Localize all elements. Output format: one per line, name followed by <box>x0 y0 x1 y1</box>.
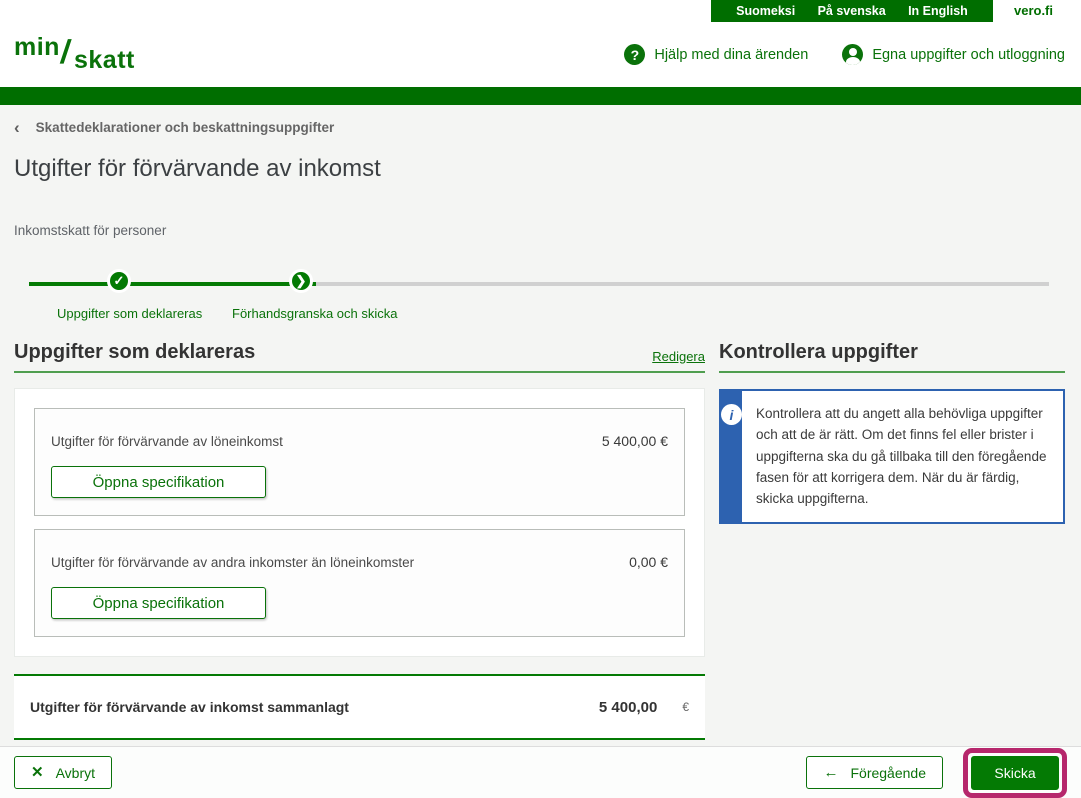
close-icon: ✕ <box>31 765 44 780</box>
expense-label: Utgifter för förvärvande av andra inkoms… <box>51 555 414 570</box>
total-currency: € <box>682 700 689 714</box>
step-label-preview: Förhandsgranska och skicka <box>232 306 397 321</box>
language-strip: Suomeksi På svenska In English <box>711 0 993 22</box>
previous-button[interactable]: ← Föregående <box>806 756 943 789</box>
submit-highlight-ring: Skicka <box>963 748 1067 798</box>
account-link[interactable]: Egna uppgifter och utloggning <box>842 44 1065 65</box>
expense-amount: 5 400,00 € <box>602 433 668 449</box>
language-link-english[interactable]: In English <box>908 4 968 18</box>
progress-stepper: ✓ ❯ Uppgifter som deklareras Förhandsgra… <box>14 262 1065 324</box>
help-link[interactable]: ? Hjälp med dina ärenden <box>624 44 808 65</box>
info-box: i Kontrollera att du angett alla behövli… <box>719 389 1065 524</box>
edit-link[interactable]: Redigera <box>652 349 705 364</box>
back-chevron-icon: ‹ <box>14 119 20 136</box>
top-bar: Suomeksi På svenska In English vero.fi <box>0 0 1081 22</box>
step-done-circle[interactable]: ✓ <box>107 269 131 293</box>
info-icon: i <box>721 404 742 425</box>
cancel-label: Avbryt <box>56 765 95 781</box>
person-icon <box>842 44 863 65</box>
page-subtitle: Inkomstskatt för personer <box>14 223 1065 238</box>
total-summary-row: Utgifter för förvärvande av inkomst samm… <box>14 674 705 740</box>
chevron-right-icon: ❯ <box>296 273 307 289</box>
open-specification-button[interactable]: Öppna specifikation <box>51 466 266 498</box>
help-label: Hjälp med dina ärenden <box>654 47 808 63</box>
declared-panel: Utgifter för förvärvande av löneinkomst … <box>14 388 705 657</box>
expense-card-other-income: Utgifter för förvärvande av andra inkoms… <box>34 529 685 637</box>
check-icon: ✓ <box>114 273 125 289</box>
header: min / skatt ? Hjälp med dina ärenden Egn… <box>0 22 1081 87</box>
open-specification-button[interactable]: Öppna specifikation <box>51 587 266 619</box>
submit-button[interactable]: Skicka <box>971 756 1059 790</box>
step-current-circle[interactable]: ❯ <box>289 269 313 293</box>
help-icon: ? <box>624 44 645 65</box>
logo-text-min: min <box>14 33 60 62</box>
page-title: Utgifter för förvärvande av inkomst <box>14 155 1065 183</box>
info-box-stripe: i <box>721 391 742 522</box>
expense-amount: 0,00 € <box>629 554 668 570</box>
info-box-text: Kontrollera att du angett alla behövliga… <box>742 391 1063 522</box>
previous-label: Föregående <box>850 765 926 781</box>
declared-section: Uppgifter som deklareras Redigera Utgift… <box>14 341 705 740</box>
arrow-left-icon: ← <box>823 765 838 780</box>
footer-action-bar: ✕ Avbryt ← Föregående Skicka <box>0 746 1081 798</box>
total-label: Utgifter för förvärvande av inkomst samm… <box>30 699 599 715</box>
language-link-finnish[interactable]: Suomeksi <box>736 4 795 18</box>
breadcrumb[interactable]: ‹ Skattedeklarationer och beskattningsup… <box>14 119 334 136</box>
expense-label: Utgifter för förvärvande av löneinkomst <box>51 434 283 449</box>
minskatt-logo[interactable]: min / skatt <box>14 31 164 79</box>
cancel-button[interactable]: ✕ Avbryt <box>14 756 112 789</box>
main-content: ‹ Skattedeklarationer och beskattningsup… <box>0 119 1081 740</box>
expense-card-wage-income: Utgifter för förvärvande av löneinkomst … <box>34 408 685 516</box>
review-section: Kontrollera uppgifter i Kontrollera att … <box>719 341 1065 740</box>
green-divider-bar <box>0 87 1081 105</box>
vero-fi-link[interactable]: vero.fi <box>1014 3 1053 18</box>
breadcrumb-label: Skattedeklarationer och beskattningsuppg… <box>36 120 335 135</box>
account-label: Egna uppgifter och utloggning <box>872 47 1065 63</box>
review-section-title: Kontrollera uppgifter <box>719 341 918 364</box>
logo-slash: / <box>58 33 73 71</box>
language-link-swedish[interactable]: På svenska <box>818 4 886 18</box>
declared-section-title: Uppgifter som deklareras <box>14 341 255 364</box>
total-amount: 5 400,00 <box>599 699 657 716</box>
step-label-declared: Uppgifter som deklareras <box>57 306 202 321</box>
logo-text-skatt: skatt <box>74 46 135 75</box>
stepper-line-completed <box>29 282 316 286</box>
